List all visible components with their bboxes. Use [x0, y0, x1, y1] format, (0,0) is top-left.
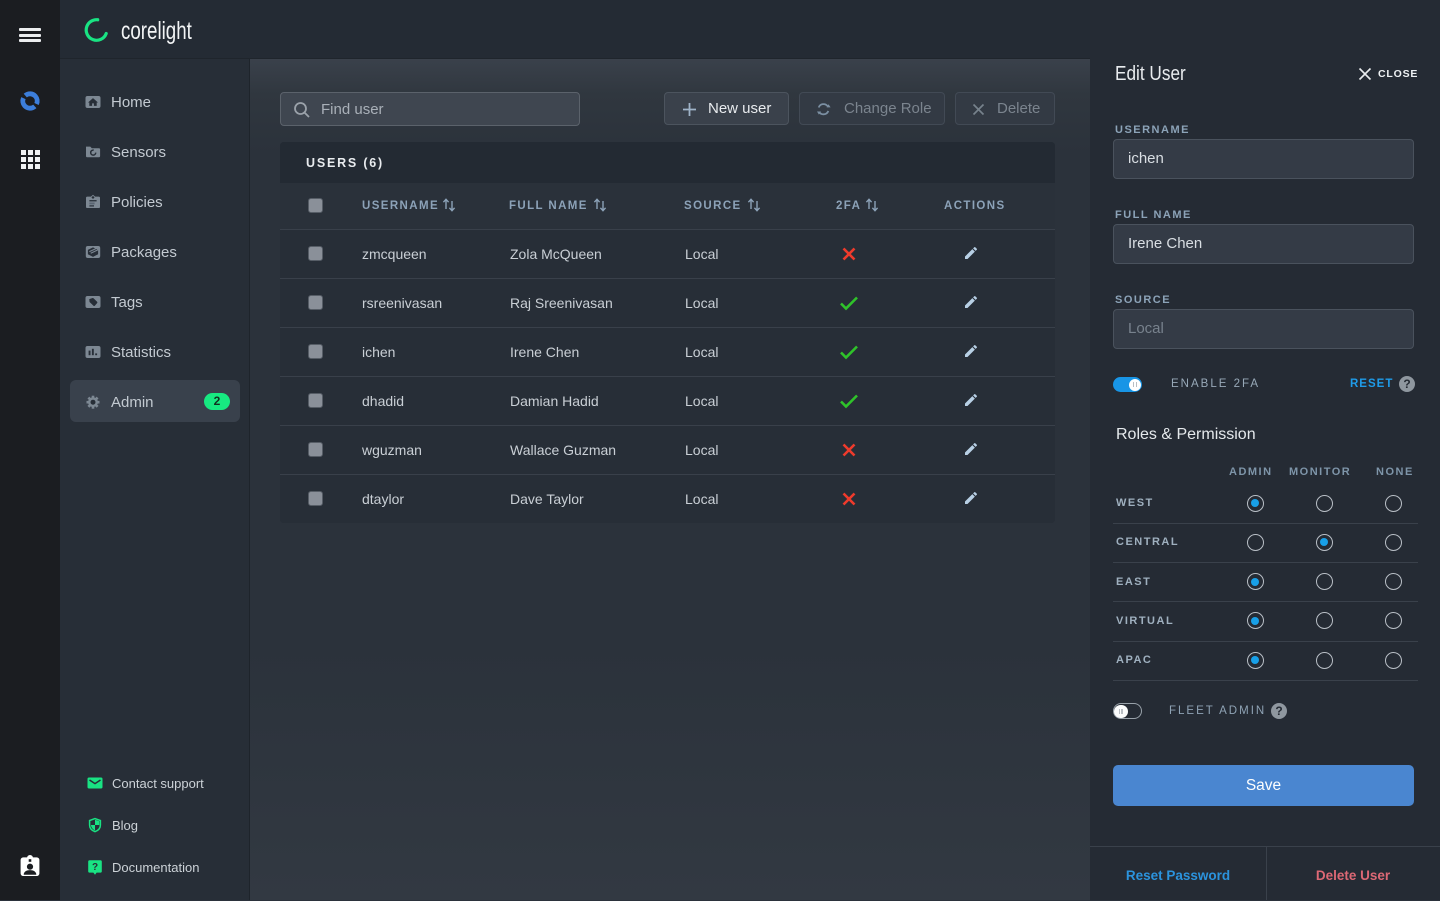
svg-text:?: ?	[92, 862, 98, 873]
